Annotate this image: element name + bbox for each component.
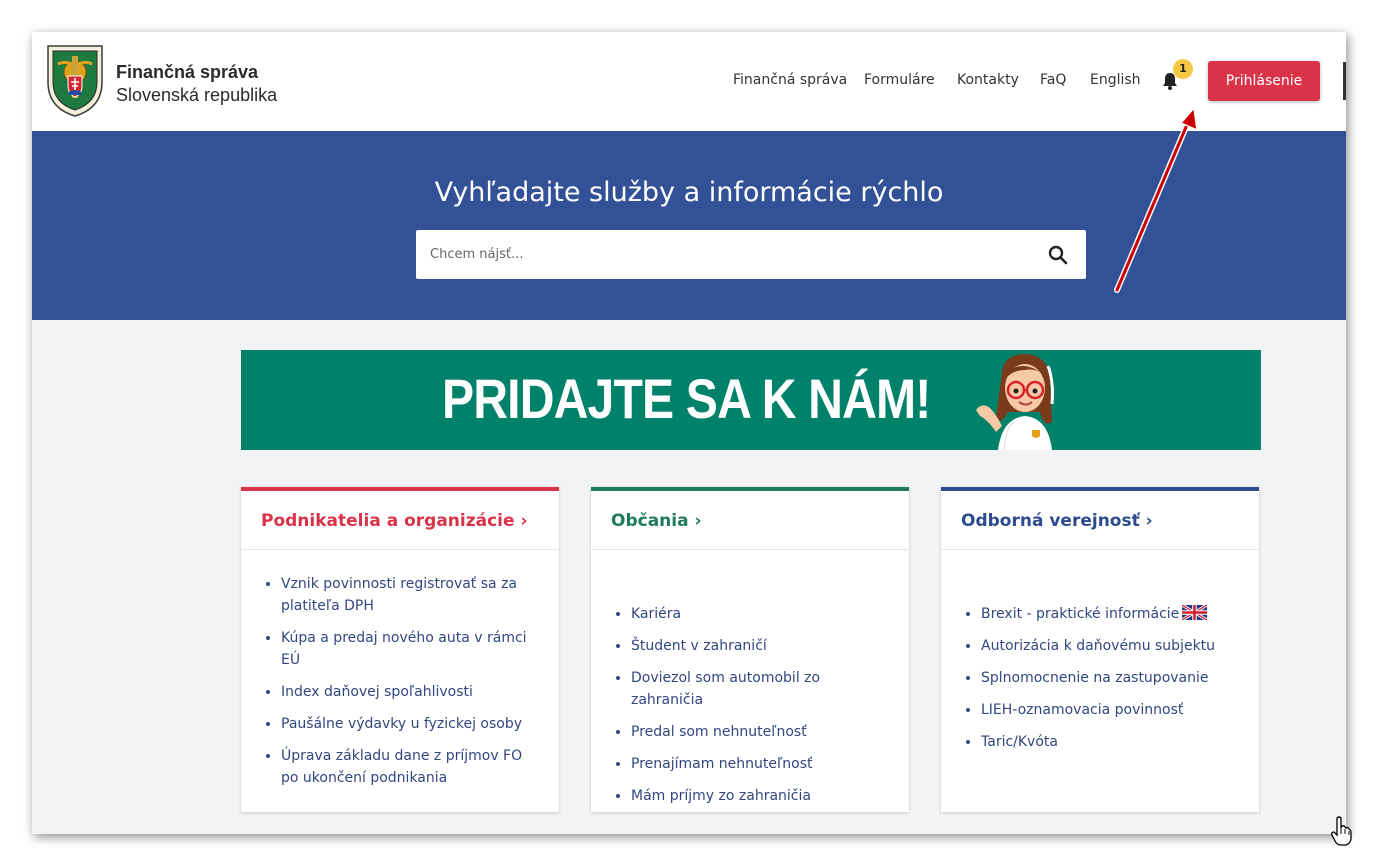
- card-divider: [591, 549, 909, 550]
- link-prijmy-zo-zahranicia[interactable]: Mám príjmy zo zahraničia: [631, 788, 811, 804]
- join-us-banner[interactable]: PRIDAJTE SA K NÁM!: [241, 350, 1261, 450]
- link-splnomocnenie[interactable]: Splnomocnenie na zastupovanie: [981, 670, 1209, 686]
- card-obcania: Občania › Kariéra Študent v zahraničí Do…: [591, 487, 909, 812]
- link-pausalne-vydavky[interactable]: Paušálne výdavky u fyzickej osoby: [281, 716, 522, 732]
- link-list: Brexit - praktické informácie Autorizáci…: [941, 603, 1231, 763]
- list-item: Mám príjmy zo zahraničia: [631, 785, 881, 807]
- logo-title: Finančná správa: [116, 62, 259, 82]
- browser-viewport: Finančná správa Slovenská republika Fina…: [32, 32, 1346, 834]
- hero-title: Vyhľadajte služby a informácie rýchlo: [434, 177, 944, 208]
- login-button[interactable]: Prihlásenie: [1208, 61, 1320, 101]
- search-icon[interactable]: [1048, 245, 1068, 265]
- list-item: LIEH-oznamovacia povinnosť: [981, 699, 1231, 721]
- hero-search-section: Vyhľadajte služby a informácie rýchlo: [32, 131, 1346, 320]
- header-edge-element: [1343, 62, 1346, 100]
- coat-of-arms-icon[interactable]: [44, 42, 106, 118]
- link-list: Kariéra Študent v zahraničí Doviezol som…: [591, 603, 881, 817]
- link-kupa-auta-eu[interactable]: Kúpa a predaj nového auta v rámci EÚ: [281, 630, 527, 668]
- list-item: Doviezol som automobil zo zahraničia: [631, 667, 881, 711]
- list-item: Index daňovej spoľahlivosti: [281, 681, 531, 703]
- nav-english[interactable]: English: [1090, 72, 1141, 88]
- search-input[interactable]: [416, 230, 1026, 279]
- nav-kontakty[interactable]: Kontakty: [957, 72, 1019, 88]
- list-item: Kúpa a predaj nového auta v rámci EÚ: [281, 627, 531, 671]
- list-item: Paušálne výdavky u fyzickej osoby: [281, 713, 531, 735]
- card-podnikatelia: Podnikatelia a organizácie › Vznik povin…: [241, 487, 559, 812]
- banner-text: PRIDAJTE SA K NÁM!: [442, 367, 931, 430]
- card-title-podnikatelia[interactable]: Podnikatelia a organizácie ›: [261, 511, 527, 531]
- list-item: Splnomocnenie na zastupovanie: [981, 667, 1231, 689]
- link-brexit[interactable]: Brexit - praktické informácie: [981, 606, 1179, 622]
- link-autorizacia[interactable]: Autorizácia k daňovému subjektu: [981, 638, 1215, 654]
- logo-subtitle: Slovenská republika: [116, 85, 278, 105]
- hand-pointer-icon: [1331, 816, 1352, 846]
- link-vznik-povinnosti-dph[interactable]: Vznik povinnosti registrovať sa za plati…: [281, 576, 517, 614]
- link-predal-nehnutelnost[interactable]: Predal som nehnuteľnosť: [631, 724, 807, 740]
- link-lieh-oznamovacia[interactable]: LIEH-oznamovacia povinnosť: [981, 702, 1183, 718]
- link-doviezol-automobil[interactable]: Doviezol som automobil zo zahraničia: [631, 670, 820, 708]
- card-title-obcania[interactable]: Občania ›: [611, 511, 702, 531]
- list-item: Úprava základu dane z príjmov FO po ukon…: [281, 745, 531, 789]
- nav-faq[interactable]: FaQ: [1040, 72, 1066, 88]
- card-title-odborna-verejnost[interactable]: Odborná verejnosť ›: [961, 511, 1153, 531]
- link-list: Vznik povinnosti registrovať sa za plati…: [241, 573, 531, 799]
- list-item: Taric/Kvóta: [981, 731, 1231, 753]
- card-divider: [941, 549, 1259, 550]
- list-item: Prenajímam nehnuteľnosť: [631, 753, 881, 775]
- list-item: Autorizácia k daňovému subjektu: [981, 635, 1231, 657]
- link-index-danovej-spolahlivosti[interactable]: Index daňovej spoľahlivosti: [281, 684, 473, 700]
- link-prenajimam-nehnutelnost[interactable]: Prenajímam nehnuteľnosť: [631, 756, 812, 772]
- link-uprava-zakladu-dane[interactable]: Úprava základu dane z príjmov FO po ukon…: [281, 748, 522, 786]
- list-item: Vznik povinnosti registrovať sa za plati…: [281, 573, 531, 617]
- mascot-girl-icon: [976, 354, 1054, 450]
- link-student-v-zahranici[interactable]: Študent v zahraničí: [631, 638, 767, 654]
- card-divider: [241, 549, 559, 550]
- list-item: Študent v zahraničí: [631, 635, 881, 657]
- site-header: Finančná správa Slovenská republika Fina…: [32, 32, 1346, 131]
- list-item: Kariéra: [631, 603, 881, 625]
- link-kariera[interactable]: Kariéra: [631, 606, 681, 622]
- uk-flag-icon: [1182, 605, 1208, 620]
- link-taric-kvota[interactable]: Taric/Kvóta: [981, 734, 1058, 750]
- nav-financna-sprava[interactable]: Finančná správa: [733, 72, 847, 88]
- nav-formulare[interactable]: Formuláre: [864, 72, 935, 88]
- list-item: Predal som nehnuteľnosť: [631, 721, 881, 743]
- search-box: [416, 230, 1086, 279]
- notification-badge[interactable]: 1: [1173, 59, 1193, 79]
- card-odborna-verejnost: Odborná verejnosť › Brexit - praktické i…: [941, 487, 1259, 812]
- list-item: Brexit - praktické informácie: [981, 603, 1231, 625]
